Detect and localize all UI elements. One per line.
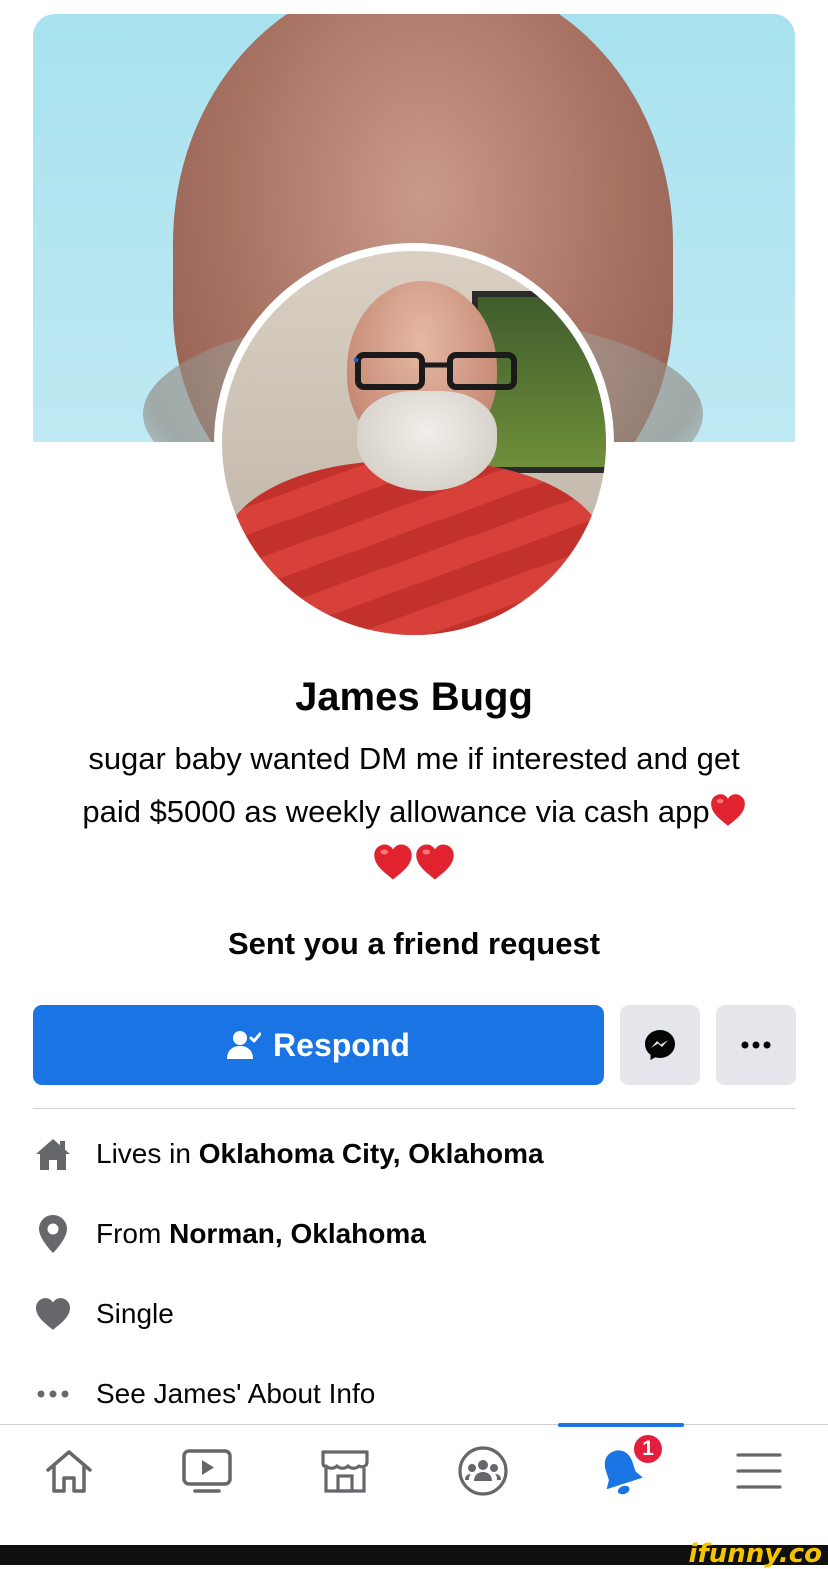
glasses-icon [354,352,517,390]
more-dots-icon [741,1041,771,1049]
heart-emoji-icon [374,844,412,880]
tab-home[interactable] [36,1440,102,1502]
respond-button[interactable]: Respond [33,1005,604,1085]
tab-marketplace[interactable] [312,1440,378,1502]
groups-icon [458,1446,508,1496]
person-check-icon [227,1031,262,1059]
tab-menu[interactable] [726,1440,792,1502]
lives-in-prefix: Lives in [96,1138,191,1169]
notification-badge: 1 [632,1433,664,1465]
see-about-link[interactable]: See James' About Info [96,1378,375,1410]
relationship-status: Single [96,1298,174,1329]
messenger-icon [645,1030,675,1060]
heart-emoji-icon [416,844,454,880]
from-row: From Norman, Oklahoma [33,1212,793,1256]
tab-bar-divider [0,1424,828,1425]
more-options-button[interactable] [716,1005,796,1085]
tab-watch[interactable] [174,1440,240,1502]
location-pin-icon [33,1214,73,1254]
tab-groups[interactable] [450,1440,516,1502]
from-value[interactable]: Norman, Oklahoma [169,1218,426,1249]
bio-hearts [0,842,828,887]
heart-emoji-icon [710,794,745,826]
messenger-button[interactable] [620,1005,700,1085]
profile-picture[interactable] [222,251,606,635]
watermark-logo: ifunny.co [688,1539,822,1569]
bio-line-1: sugar baby wanted DM me if interested an… [88,741,740,776]
from-prefix: From [96,1218,162,1249]
menu-icon [736,1453,782,1489]
relationship-row: Single [33,1292,793,1336]
heart-icon [33,1294,73,1334]
profile-bio: sugar baby wanted DM me if interested an… [30,732,798,838]
lives-in-row: Lives in Oklahoma City, Oklahoma [33,1132,793,1176]
section-divider [33,1108,795,1109]
lives-in-value[interactable]: Oklahoma City, Oklahoma [199,1138,544,1169]
watch-icon [182,1449,232,1493]
see-about-row[interactable]: See James' About Info [33,1372,793,1416]
home-icon [46,1450,92,1493]
marketplace-icon [321,1450,369,1493]
respond-button-label: Respond [273,1026,410,1063]
active-tab-indicator [558,1423,684,1427]
bio-line-2: paid $5000 as weekly allowance via cash … [82,794,710,829]
more-dots-icon [33,1374,73,1414]
friend-request-status: Sent you a friend request [227,926,601,961]
home-filled-icon [33,1134,73,1174]
profile-name: James Bugg [295,675,533,719]
profile-picture-beard [357,391,497,491]
